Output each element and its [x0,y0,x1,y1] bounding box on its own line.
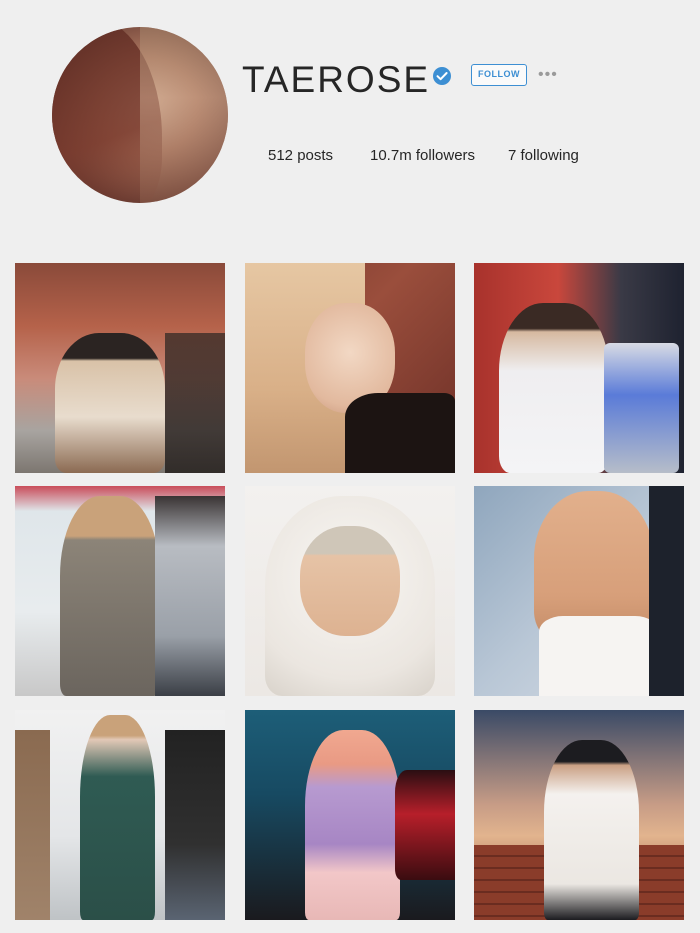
verified-badge-icon [433,67,451,85]
post-tile[interactable] [245,710,455,920]
follow-button[interactable]: FOLLOW [471,64,527,86]
post-photo-detail [499,303,609,473]
more-options-icon[interactable]: ••• [538,66,558,84]
post-photo-detail [80,715,155,920]
post-tile[interactable] [15,486,225,696]
post-photo-detail [544,740,639,920]
post-tile[interactable] [474,710,684,920]
post-photo-detail [155,496,225,696]
post-photo-detail [345,393,455,473]
profile-avatar[interactable] [52,27,228,203]
post-photo-detail [55,333,165,473]
post-photo-detail [395,770,455,880]
post-photo-detail [604,343,679,473]
post-photo-detail [60,496,160,696]
post-tile[interactable] [474,486,684,696]
profile-username: TAEROSE [242,59,431,100]
post-photo-detail [539,616,659,696]
post-photo-detail [305,730,400,920]
post-photo-detail [300,526,400,636]
following-count[interactable]: 7 following [508,147,579,164]
post-photo-detail [165,730,225,920]
post-photo-detail [165,333,225,473]
avatar-face-shape [140,27,228,203]
followers-count[interactable]: 10.7m followers [370,147,475,164]
post-tile[interactable] [15,263,225,473]
post-photo-detail [15,730,50,920]
posts-count: 512 posts [268,147,334,164]
post-photo-detail [649,486,684,696]
post-tile[interactable] [245,263,455,473]
posts-grid [15,263,685,923]
post-tile[interactable] [474,263,684,473]
post-tile[interactable] [245,486,455,696]
post-tile[interactable] [15,710,225,920]
